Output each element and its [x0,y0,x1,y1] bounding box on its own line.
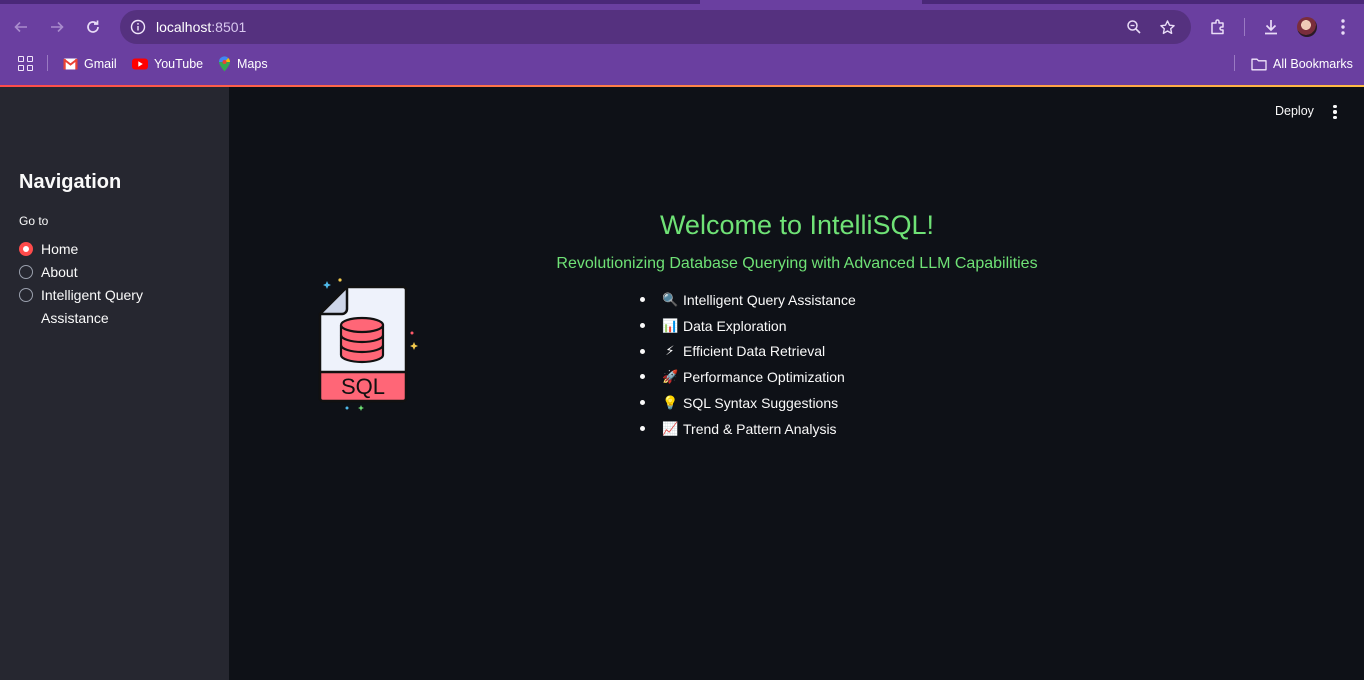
sidebar: Navigation Go to Home About Intelligent … [0,87,229,680]
radio-option-about[interactable]: About [19,261,78,284]
list-item: ⚡ Efficient Data Retrieval [637,339,856,365]
all-bookmarks-label: All Bookmarks [1273,57,1353,71]
maps-icon [218,56,231,72]
feature-label: Efficient Data Retrieval [683,343,826,360]
youtube-icon [132,58,148,70]
browser-toolbar: localhost:8501 Gmail YouTube Maps All Bo… [0,0,1364,86]
bookmark-label: Gmail [84,57,117,71]
radio-selected-icon [19,242,33,256]
lightning-icon: ⚡ [665,343,675,359]
radio-option-label: About [41,264,78,280]
feature-list: 🔍 Intelligent Query Assistance 📊 Data Expl… [637,287,856,442]
list-item: 🔍 Intelligent Query Assistance [637,287,856,313]
sql-file-illustration: SQL [318,278,418,411]
list-item: 📊 Data Exploration [637,313,856,339]
bookmark-youtube[interactable]: YouTube [132,54,203,74]
radio-option-label: Intelligent Query Assistance [41,287,143,326]
main-content: Deploy Welcome to IntelliSQL! Revolution… [229,87,1364,680]
deploy-button[interactable]: Deploy [1275,104,1314,118]
forward-button[interactable] [45,15,69,39]
bookmark-label: Maps [237,57,268,71]
page-title: Welcome to IntelliSQL! [659,210,935,240]
lightbulb-icon: 💡 [662,395,679,411]
back-button[interactable] [9,15,33,39]
bookmark-divider [1234,55,1235,71]
radio-option-intelligent-query-assistance[interactable]: Intelligent Query Assistance [19,284,159,330]
folder-icon [1251,58,1267,71]
toolbar-divider [1244,18,1245,36]
address-bar[interactable]: localhost:8501 [120,10,1191,44]
trend-chart-icon: 📈 [662,420,679,436]
list-item: 📈 Trend & Pattern Analysis [637,416,856,442]
feature-label: SQL Syntax Suggestions [683,395,839,412]
radio-unselected-icon [19,265,33,279]
radio-unselected-icon [19,288,33,302]
bar-chart-icon: 📊 [662,317,679,333]
app-menu-icon[interactable] [1327,103,1343,121]
sql-label: SQL [341,374,385,399]
all-bookmarks-button[interactable]: All Bookmarks [1251,54,1353,74]
profile-avatar[interactable] [1297,17,1317,37]
page-subtitle: Revolutionizing Database Querying with A… [556,255,1038,272]
active-tab-edge[interactable] [700,0,922,4]
bookmark-maps[interactable]: Maps [218,54,268,74]
url-port: :8501 [211,19,247,35]
bookmark-label: YouTube [154,57,204,71]
feature-label: Trend & Pattern Analysis [683,420,837,437]
list-item: 💡 SQL Syntax Suggestions [637,390,856,416]
bookmark-gmail[interactable]: Gmail [63,54,117,74]
url-host: localhost [156,19,212,35]
rocket-icon: 🚀 [662,369,679,385]
gmail-icon [63,58,78,70]
feature-label: Performance Optimization [683,369,845,386]
radio-option-home[interactable]: Home [19,238,78,261]
chrome-menu-icon[interactable] [1331,15,1355,39]
download-icon[interactable] [1259,15,1283,39]
url-text[interactable]: localhost:8501 [156,19,246,35]
list-item: 🚀 Performance Optimization [637,364,856,390]
feature-label: Intelligent Query Assistance [683,291,856,308]
tab-strip [0,0,1364,4]
reload-icon [87,20,99,33]
site-info-icon[interactable] [128,17,148,37]
feature-label: Data Exploration [683,317,787,334]
sidebar-title: Navigation [19,171,122,193]
search-icon: 🔍 [662,291,679,307]
apps-grid-icon[interactable] [18,56,33,71]
extensions-icon[interactable] [1206,15,1230,39]
radio-group-label: Go to [19,214,49,228]
zoom-icon[interactable] [1124,17,1144,37]
bookmark-divider [47,55,48,71]
reload-button[interactable] [81,15,105,39]
arrow-left-icon [14,21,27,33]
arrow-right-icon [51,21,64,33]
radio-option-label: Home [41,241,79,257]
bookmark-star-icon[interactable] [1157,17,1177,37]
